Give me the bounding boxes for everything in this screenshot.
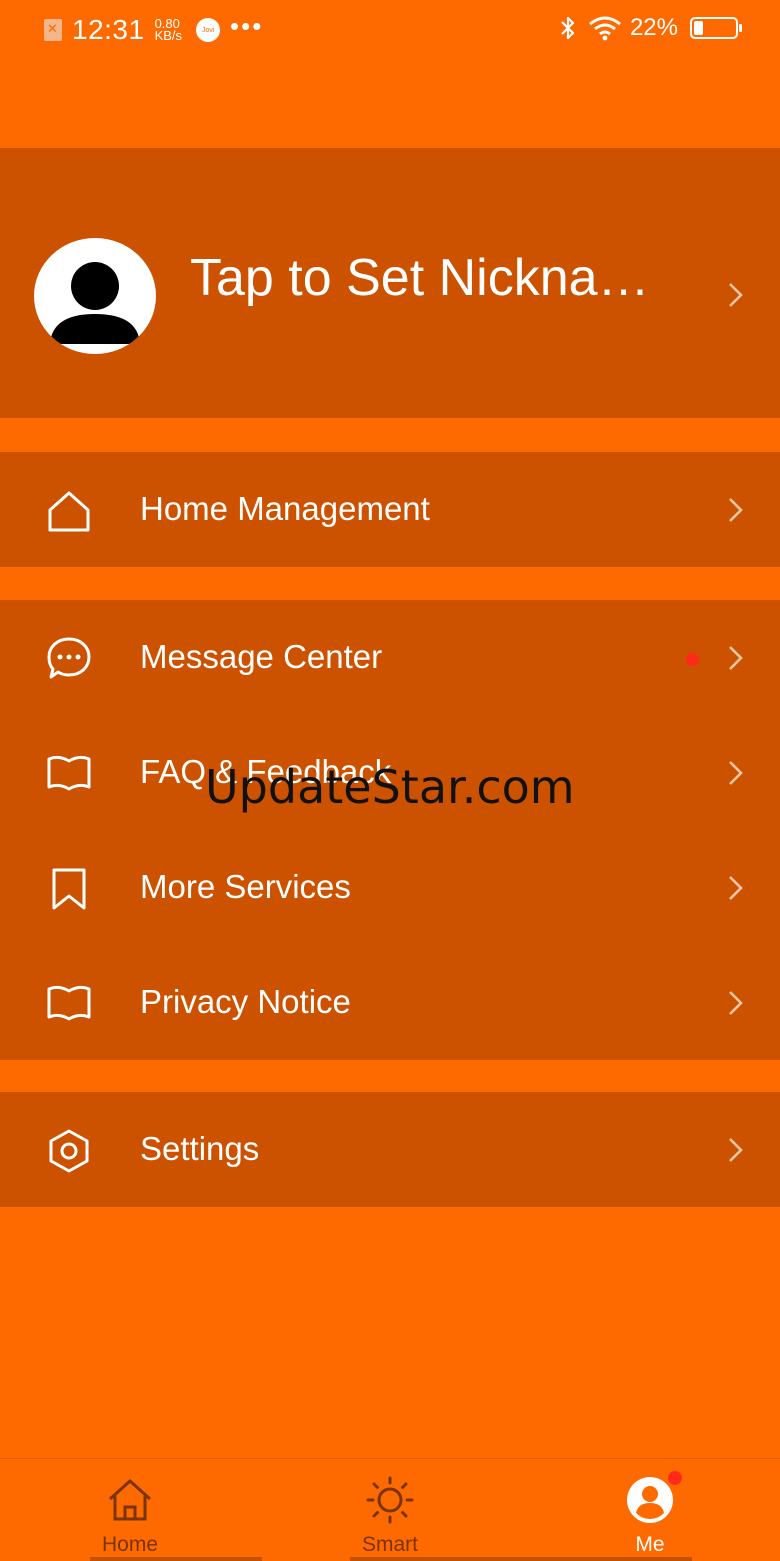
default-avatar-icon <box>50 262 140 344</box>
tab-divider <box>90 1557 262 1561</box>
house-icon <box>48 491 90 532</box>
settings-label: Settings <box>140 1130 260 1167</box>
settings-item[interactable]: Settings <box>0 1092 780 1207</box>
tab-home-label: Home <box>101 1533 159 1556</box>
status-time: 12:31 <box>72 14 145 45</box>
more-notifications-icon: ••• <box>230 11 264 41</box>
chevron-right-icon <box>729 761 743 785</box>
network-speed-unit: KB/s <box>154 28 183 43</box>
more-services-item[interactable]: More Services <box>0 830 780 945</box>
tab-smart-label: Smart <box>361 1533 418 1556</box>
open-book-icon <box>47 755 91 791</box>
status-right: 22% <box>560 14 742 42</box>
battery-level <box>694 21 703 35</box>
status-bar: 12:31 0.80 KB/s Jovi ••• 22% <box>0 0 780 60</box>
nickname-prompt[interactable]: Tap to Set Nickna… <box>190 248 730 308</box>
menu-group-home: Home Management <box>0 452 780 567</box>
tab-smart[interactable]: Smart <box>260 1459 522 1561</box>
unread-dot <box>686 653 699 666</box>
bookmark-icon <box>52 868 86 910</box>
home-management-item[interactable]: Home Management <box>0 452 780 567</box>
chevron-right-icon <box>729 283 743 307</box>
no-sim-icon <box>44 19 62 41</box>
battery-percent: 22% <box>629 14 678 41</box>
wifi-icon <box>589 16 621 41</box>
status-left: 12:31 0.80 KB/s Jovi ••• <box>44 11 264 46</box>
bluetooth-icon <box>561 16 575 40</box>
open-book-icon <box>47 985 91 1021</box>
message-center-item[interactable]: Message Center <box>0 600 780 715</box>
user-circle-icon <box>627 1477 673 1523</box>
tab-divider <box>520 1557 692 1561</box>
jovi-icon: Jovi <box>196 18 221 42</box>
menu-group-info: Message Center FAQ & Feedback More Servi… <box>0 600 780 1060</box>
chevron-right-icon <box>729 1138 743 1162</box>
tab-me-label: Me <box>635 1533 665 1556</box>
chevron-right-icon <box>729 646 743 670</box>
avatar[interactable] <box>34 238 156 354</box>
house-icon <box>108 1479 152 1521</box>
chevron-right-icon <box>729 876 743 900</box>
profile-header[interactable]: Tap to Set Nickna… <box>0 148 780 418</box>
sun-icon <box>366 1476 414 1524</box>
privacy-notice-label: Privacy Notice <box>140 983 351 1020</box>
message-bubble-icon <box>47 637 91 679</box>
more-services-label: More Services <box>140 868 351 905</box>
notification-badge <box>668 1471 682 1485</box>
menu-group-settings: Settings <box>0 1092 780 1207</box>
tab-divider <box>350 1557 522 1561</box>
settings-hexagon-icon <box>49 1129 89 1173</box>
battery-icon <box>690 17 742 39</box>
network-speed: 0.80 KB/s <box>154 17 183 43</box>
tab-home[interactable]: Home <box>0 1459 262 1561</box>
chevron-right-icon <box>729 991 743 1015</box>
message-center-label: Message Center <box>140 638 383 675</box>
home-management-label: Home Management <box>140 490 430 527</box>
tab-me[interactable]: Me <box>520 1459 780 1561</box>
privacy-notice-item[interactable]: Privacy Notice <box>0 945 780 1060</box>
bottom-tab-bar: Home Smart Me <box>0 1458 780 1561</box>
watermark: UpdateStar.com <box>205 760 575 814</box>
chevron-right-icon <box>729 498 743 522</box>
